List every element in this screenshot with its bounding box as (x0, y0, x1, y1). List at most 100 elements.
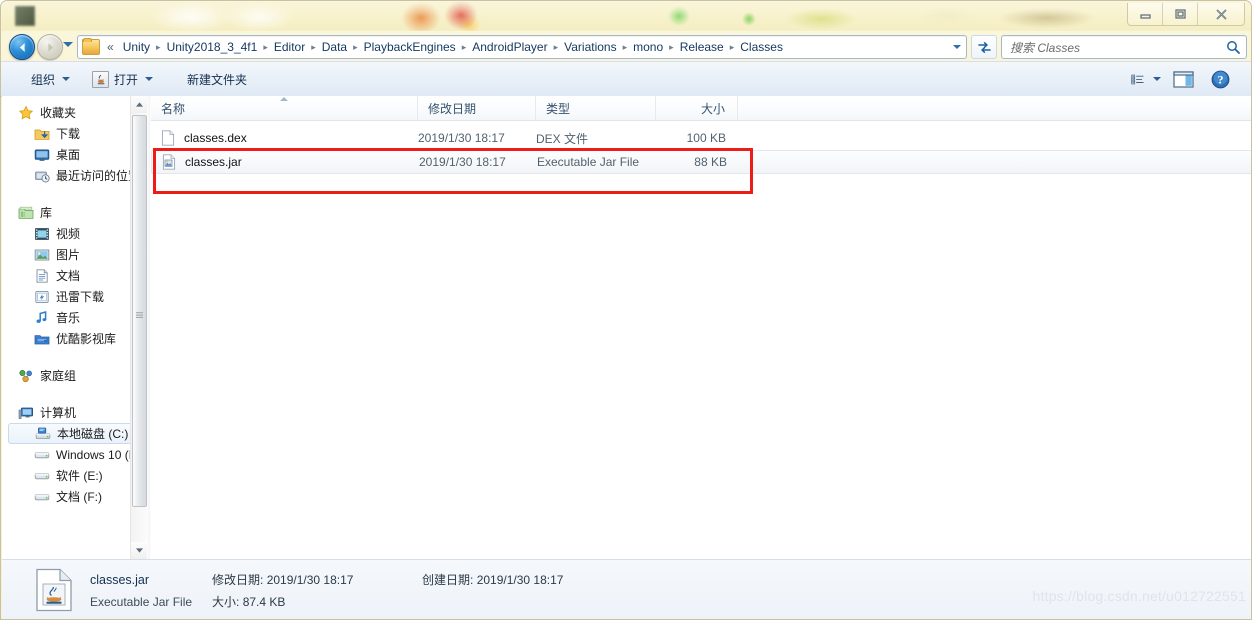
folder-icon (82, 38, 100, 55)
sidebar-item-videos[interactable]: 视频 (2, 223, 147, 244)
change-view-button[interactable] (1131, 67, 1161, 91)
breadcrumb-item-androidplayer[interactable]: AndroidPlayer (467, 38, 552, 56)
breadcrumb-separator-icon[interactable]: ▸ (262, 42, 269, 53)
breadcrumb-separator-icon[interactable]: ▸ (622, 42, 629, 53)
breadcrumb-item-mono[interactable]: mono (628, 38, 668, 56)
youku-library-icon (34, 331, 50, 347)
scrollbar-grip-icon (136, 308, 143, 318)
search-input[interactable]: 搜索 Classes (1002, 39, 1220, 56)
column-header-date[interactable]: 修改日期 (418, 96, 536, 120)
breadcrumb-separator-icon[interactable]: ▸ (668, 42, 675, 53)
sidebar-label: 本地磁盘 (C:) (57, 427, 129, 441)
file-size: 88 KB (694, 155, 727, 169)
file-rows: classes.dex 2019/1/30 18:17 DEX 文件 100 K… (151, 121, 1251, 174)
sidebar-item-thunder-download[interactable]: 迅雷下载 (2, 286, 147, 307)
breadcrumb-item-release[interactable]: Release (675, 38, 729, 56)
breadcrumb-separator-icon[interactable]: ▸ (352, 42, 359, 53)
breadcrumb-item-unity2018[interactable]: Unity2018_3_4f1 (162, 38, 263, 56)
sidebar-item-local-disk-c[interactable]: 本地磁盘 (C:) (8, 423, 143, 444)
details-modified: 修改日期: 2019/1/30 18:17 (212, 571, 422, 588)
breadcrumb-item-playbackengines[interactable]: PlaybackEngines (359, 38, 461, 56)
sidebar-item-recent-places[interactable]: 最近访问的位置 (2, 165, 147, 186)
maximize-button[interactable] (1163, 3, 1198, 25)
breadcrumb-separator-icon[interactable]: ▸ (553, 42, 560, 53)
sidebar-item-youku-library[interactable]: 优酷影视库 (2, 328, 147, 349)
chevron-down-icon (62, 77, 71, 81)
history-dropdown-icon[interactable] (63, 42, 73, 47)
column-header-name[interactable]: 名称 (151, 96, 418, 120)
table-row[interactable]: classes.dex 2019/1/30 18:17 DEX 文件 100 K… (151, 126, 1251, 150)
breadcrumb-separator-icon[interactable]: ▸ (310, 42, 317, 53)
forward-button (37, 34, 63, 60)
sidebar-item-desktop[interactable]: 桌面 (2, 144, 147, 165)
breadcrumb-item-data[interactable]: Data (317, 38, 352, 56)
breadcrumb-item-editor[interactable]: Editor (269, 38, 310, 56)
java-icon (92, 70, 110, 88)
table-row[interactable]: classes.jar 2019/1/30 18:17 Executable J… (151, 150, 1251, 174)
file-size: 100 KB (686, 131, 726, 145)
open-button[interactable]: 打开 (84, 67, 161, 91)
window-icon (15, 6, 35, 26)
breadcrumb-separator-icon[interactable]: ▸ (461, 42, 468, 53)
column-label: 修改日期 (428, 101, 477, 116)
details-file-name: classes.jar (90, 572, 150, 587)
sidebar-item-pictures[interactable]: 图片 (2, 244, 147, 265)
sidebar-item-software-e[interactable]: 软件 (E:) (2, 465, 147, 486)
file-list-pane: 名称 修改日期 类型 大小 classes.dex 2019/1/30 18:1… (151, 96, 1251, 559)
breadcrumb-item-unity[interactable]: Unity (118, 38, 155, 56)
column-header-type[interactable]: 类型 (536, 96, 656, 120)
column-header-size[interactable]: 大小 (656, 96, 738, 120)
column-label: 大小 (700, 101, 725, 116)
search-box[interactable]: 搜索 Classes (1001, 35, 1247, 59)
sidebar-item-favorites[interactable]: 收藏夹 (2, 102, 147, 123)
sidebar-group-favorites: 收藏夹 下载 桌面 最近访问的位置 (2, 102, 147, 186)
navigation-pane: 收藏夹 下载 桌面 最近访问的位置 库 视频 图片 文档 迅雷下载 音乐 优酷影… (2, 96, 147, 559)
sidebar-group-libraries: 库 视频 图片 文档 迅雷下载 音乐 优酷影视库 (2, 202, 147, 349)
file-type: DEX 文件 (536, 131, 589, 146)
address-bar[interactable]: « Unity ▸ Unity2018_3_4f1 ▸ Editor ▸ Dat… (77, 35, 967, 59)
breadcrumb-item-variations[interactable]: Variations (559, 38, 621, 56)
details-line-primary: classes.jar 修改日期: 2019/1/30 18:17 创建日期: … (90, 571, 563, 588)
scroll-down-arrow-icon[interactable] (131, 542, 147, 559)
sidebar-item-windows-10-d[interactable]: Windows 10 (D (2, 444, 147, 465)
sidebar-item-computer[interactable]: 计算机 (2, 402, 147, 423)
sidebar-label: 图片 (56, 248, 81, 262)
desktop-icon (34, 147, 50, 163)
organize-button[interactable]: 组织 (23, 67, 78, 91)
new-folder-button[interactable]: 新建文件夹 (179, 67, 255, 91)
address-dropdown-icon[interactable] (948, 45, 966, 49)
sidebar-item-music[interactable]: 音乐 (2, 307, 147, 328)
minimize-button[interactable] (1128, 3, 1163, 25)
sidebar-label: 文档 (56, 269, 81, 283)
title-bar (1, 1, 1251, 31)
chevron-down-icon (1153, 77, 1161, 81)
details-created-value: 2019/1/30 18:17 (476, 572, 564, 587)
breadcrumb-separator-icon[interactable]: ▸ (729, 42, 736, 53)
preview-pane-button[interactable] (1163, 67, 1203, 91)
back-button[interactable] (9, 34, 35, 60)
thunder-download-icon (34, 289, 50, 305)
window-controls (1127, 3, 1245, 26)
sidebar-item-homegroup[interactable]: 家庭组 (2, 365, 147, 386)
file-name-cell: classes.jar (152, 154, 419, 170)
breadcrumb-item-classes[interactable]: Classes (735, 38, 788, 56)
sidebar-item-libraries[interactable]: 库 (2, 202, 147, 223)
scroll-up-arrow-icon[interactable] (131, 96, 147, 113)
sidebar-item-downloads[interactable]: 下载 (2, 123, 147, 144)
breadcrumb-overflow[interactable]: « (103, 40, 118, 54)
refresh-button[interactable] (971, 35, 997, 59)
scrollbar-thumb[interactable] (132, 115, 147, 507)
details-modified-label: 修改日期: (212, 572, 264, 587)
sidebar-label: 收藏夹 (40, 106, 77, 120)
sidebar-label: 下载 (56, 127, 81, 141)
drive-icon (34, 468, 50, 484)
drive-icon (34, 447, 50, 463)
sidebar-item-documents[interactable]: 文档 (2, 265, 147, 286)
help-button[interactable]: ? (1205, 67, 1235, 91)
breadcrumb-separator-icon[interactable]: ▸ (155, 42, 162, 53)
navigation-pane-scrollbar[interactable] (130, 96, 147, 559)
sidebar-item-documents-f[interactable]: 文档 (F:) (2, 486, 147, 507)
close-button[interactable] (1198, 3, 1244, 25)
chevron-down-icon (145, 77, 154, 81)
